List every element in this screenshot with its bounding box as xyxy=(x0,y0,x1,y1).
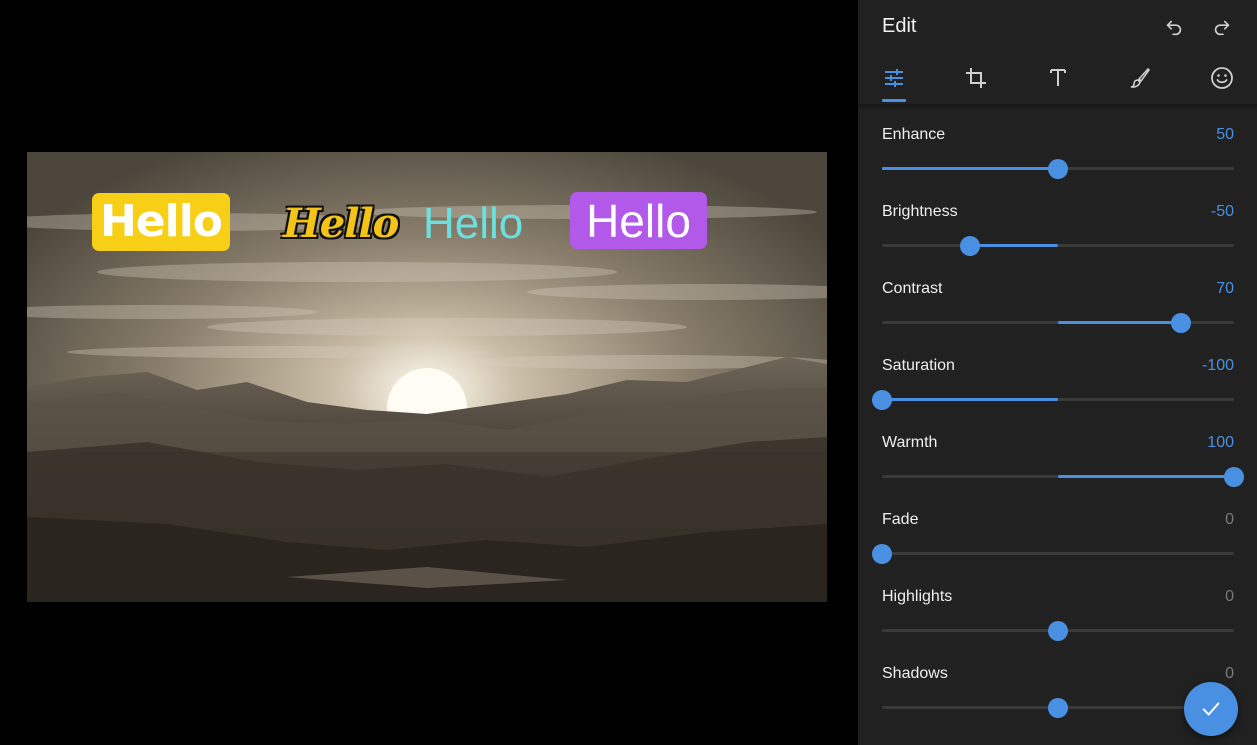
tool-tabs xyxy=(858,54,1257,105)
slider-thumb[interactable] xyxy=(1171,312,1192,333)
adjustment-value: 0 xyxy=(1225,511,1234,528)
adjustment-warmth: Warmth 100 xyxy=(882,412,1244,489)
brush-icon xyxy=(1130,68,1150,88)
crop-icon xyxy=(966,68,986,88)
tab-crop[interactable] xyxy=(962,64,990,92)
undo-button[interactable] xyxy=(1160,13,1188,41)
adjustment-shadows: Shadows 0 xyxy=(882,643,1234,720)
slider-thumb[interactable] xyxy=(1048,620,1068,641)
photo-preview[interactable]: Hello Hello Hello Hello xyxy=(27,152,827,602)
slider-fill xyxy=(1058,475,1234,478)
slider-thumb[interactable] xyxy=(872,389,892,410)
slider-track[interactable] xyxy=(882,697,1234,718)
adjustment-value: -50 xyxy=(1210,203,1234,220)
adjustment-value: -100 xyxy=(1201,357,1234,374)
adjustment-brightness: Brightness -50 xyxy=(882,181,1234,258)
tab-adjust[interactable] xyxy=(880,64,908,92)
adjustment-fade: Fade 0 xyxy=(872,489,1234,566)
sliders-icon xyxy=(885,69,903,87)
hello-sticker-purple-badge[interactable]: Hello xyxy=(570,192,707,249)
hello-sticker-cyan[interactable]: Hello xyxy=(423,199,523,249)
tab-sticker[interactable] xyxy=(1208,64,1236,92)
adjustment-value: 100 xyxy=(1207,434,1234,451)
redo-icon xyxy=(1214,20,1230,36)
hello-sticker-script[interactable]: Hello xyxy=(283,199,399,249)
text-icon xyxy=(1050,69,1066,86)
slider-track[interactable] xyxy=(872,389,1234,410)
active-tab-indicator xyxy=(882,99,906,102)
adjustment-contrast: Contrast 70 xyxy=(882,258,1234,335)
adjustment-value: 70 xyxy=(1216,280,1234,297)
adjustment-value: 50 xyxy=(1216,126,1234,143)
slider-fill xyxy=(882,398,1058,401)
tab-draw[interactable] xyxy=(1126,64,1154,92)
adjustment-label: Shadows xyxy=(882,665,948,682)
adjustment-saturation: Saturation -100 xyxy=(872,335,1234,412)
slider-track[interactable] xyxy=(882,312,1234,333)
slider-thumb[interactable] xyxy=(1224,466,1244,487)
slider-track[interactable] xyxy=(882,158,1234,179)
check-icon xyxy=(1202,702,1220,716)
slider-thumb[interactable] xyxy=(960,235,980,256)
redo-button[interactable] xyxy=(1208,13,1236,41)
slider-track[interactable] xyxy=(882,466,1244,487)
panel-title: Edit xyxy=(882,15,917,37)
adjustment-label: Fade xyxy=(882,511,919,528)
adjustment-label: Warmth xyxy=(882,434,938,451)
slider-track[interactable] xyxy=(882,235,1234,256)
apply-button[interactable] xyxy=(1184,682,1238,736)
slider-fill xyxy=(1058,321,1182,324)
adjustment-label: Highlights xyxy=(882,588,953,605)
adjustment-label: Brightness xyxy=(882,203,958,220)
undo-icon xyxy=(1166,20,1182,36)
adjustment-label: Enhance xyxy=(882,126,946,143)
adjustment-value: 0 xyxy=(1225,665,1234,682)
adjustment-highlights: Highlights 0 xyxy=(882,566,1234,643)
adjustment-list: Enhance 50 Brightness -50 Contrast 70 Saturati… xyxy=(858,104,1257,745)
smiley-icon xyxy=(1211,67,1233,89)
slider-fill xyxy=(882,167,1058,170)
editor-canvas: Hello Hello Hello Hello xyxy=(0,0,858,745)
adjustment-label: Contrast xyxy=(882,280,943,297)
slider-thumb[interactable] xyxy=(872,543,892,564)
slider-fill xyxy=(970,244,1058,247)
hello-sticker-yellow-badge[interactable]: Hello xyxy=(92,193,230,251)
tab-text[interactable] xyxy=(1044,64,1072,92)
slider-track[interactable] xyxy=(872,543,1234,564)
slider-track[interactable] xyxy=(882,620,1234,641)
slider-thumb[interactable] xyxy=(1048,158,1068,179)
adjustment-enhance: Enhance 50 xyxy=(882,104,1234,181)
adjustment-label: Saturation xyxy=(882,357,955,374)
panel-header: Edit xyxy=(858,0,1257,54)
edit-panel: Edit Enhance 50 Brightness -50 Contrast … xyxy=(858,0,1257,745)
adjustment-value: 0 xyxy=(1225,588,1234,605)
slider-thumb[interactable] xyxy=(1048,697,1068,718)
